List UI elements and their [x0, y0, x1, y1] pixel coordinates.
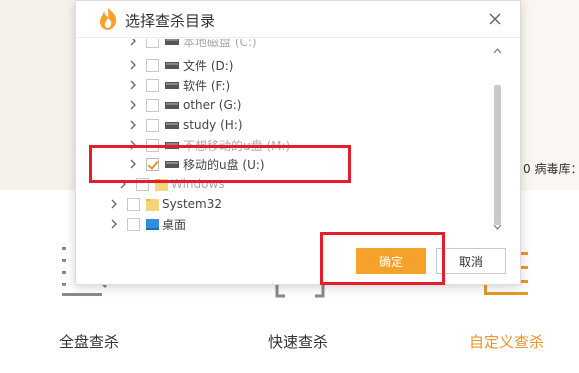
- chevron-right-icon[interactable]: [128, 140, 138, 150]
- drive-icon: [165, 121, 179, 129]
- scroll-up-icon[interactable]: [493, 48, 502, 54]
- dialog-header: 选择查杀目录: [76, 1, 520, 38]
- drive-icon: [165, 39, 179, 45]
- checkbox[interactable]: [146, 138, 159, 152]
- tree-row-c-drive[interactable]: 本地磁盘 (C:): [128, 39, 493, 50]
- close-icon[interactable]: [487, 11, 503, 27]
- chevron-right-icon[interactable]: [109, 199, 119, 209]
- tree-row-label: 文件 (D:): [183, 58, 234, 73]
- folder-icon: [146, 198, 159, 211]
- directory-tree: 本地磁盘 (C:) 文件 (D:) 软件 (F:) other (G:) stu…: [98, 39, 493, 234]
- tree-row-g-drive[interactable]: other (G:): [128, 96, 493, 114]
- tree-row-label: 移动的u盘 (U:): [183, 157, 265, 172]
- checkbox[interactable]: [127, 217, 140, 231]
- tree-row-m-drive[interactable]: 不想移动的u盘 (M:): [128, 136, 493, 154]
- checkbox[interactable]: [146, 58, 159, 72]
- drive-icon: [165, 81, 179, 89]
- drive-icon: [165, 160, 179, 168]
- desktop-icon: [146, 218, 159, 230]
- checkbox[interactable]: [146, 78, 159, 92]
- cancel-button[interactable]: 取消: [436, 248, 506, 274]
- checkbox[interactable]: [146, 98, 159, 112]
- chevron-right-icon[interactable]: [109, 219, 119, 229]
- tree-row-f-drive[interactable]: 软件 (F:): [128, 76, 493, 94]
- dialog-title: 选择查杀目录: [125, 12, 216, 30]
- virus-db-info: 0 病毒库：: [523, 162, 579, 176]
- tree-row-label: 桌面: [162, 217, 187, 232]
- tree-row-label: study (H:): [183, 118, 243, 132]
- chevron-right-icon[interactable]: [128, 120, 138, 130]
- tree-row-u-drive[interactable]: 移动的u盘 (U:): [128, 155, 493, 173]
- tree-row-label: Windows: [171, 177, 225, 191]
- tree-row-desktop[interactable]: 桌面: [109, 215, 493, 233]
- chevron-right-icon[interactable]: [118, 179, 128, 189]
- checkbox[interactable]: [127, 197, 140, 211]
- scroll-down-icon[interactable]: [493, 224, 502, 230]
- tree-row-windows[interactable]: Windows: [118, 175, 493, 193]
- quick-scan-label[interactable]: 快速查杀: [268, 331, 328, 352]
- drive-icon: [165, 61, 179, 69]
- chevron-right-icon[interactable]: [128, 100, 138, 110]
- folder-icon: [155, 178, 168, 191]
- tree-row-label: 不想移动的u盘 (M:): [183, 138, 291, 153]
- drive-icon: [165, 141, 179, 149]
- checkbox[interactable]: [136, 177, 149, 191]
- tree-row-label: System32: [162, 197, 223, 211]
- tree-row-d-drive[interactable]: 文件 (D:): [128, 56, 493, 74]
- scrollbar-thumb[interactable]: [494, 85, 501, 225]
- chevron-right-icon[interactable]: [128, 60, 138, 70]
- ok-button[interactable]: 确定: [356, 248, 426, 274]
- flame-shield-icon: [100, 8, 117, 30]
- chevron-right-icon[interactable]: [128, 39, 138, 46]
- tree-row-system32[interactable]: System32: [109, 195, 493, 213]
- tree-row-label: other (G:): [183, 98, 242, 112]
- checkbox[interactable]: [146, 118, 159, 132]
- tree-row-h-drive[interactable]: study (H:): [128, 116, 493, 134]
- checkbox-checked[interactable]: [146, 157, 159, 171]
- drive-icon: [165, 101, 179, 109]
- chevron-right-icon[interactable]: [128, 159, 138, 169]
- custom-scan-label[interactable]: 自定义查杀: [469, 331, 544, 352]
- tree-row-label: 软件 (F:): [183, 78, 231, 93]
- full-scan-label[interactable]: 全盘查杀: [59, 331, 119, 352]
- app-background-left: [0, 0, 75, 190]
- tree-row-label: 本地磁盘 (C:): [183, 39, 257, 49]
- chevron-right-icon[interactable]: [128, 80, 138, 90]
- select-scan-directory-dialog: 选择查杀目录 本地磁盘 (C:) 文件 (D:) 软件 (F:) other (…: [75, 0, 521, 285]
- checkbox[interactable]: [146, 39, 159, 48]
